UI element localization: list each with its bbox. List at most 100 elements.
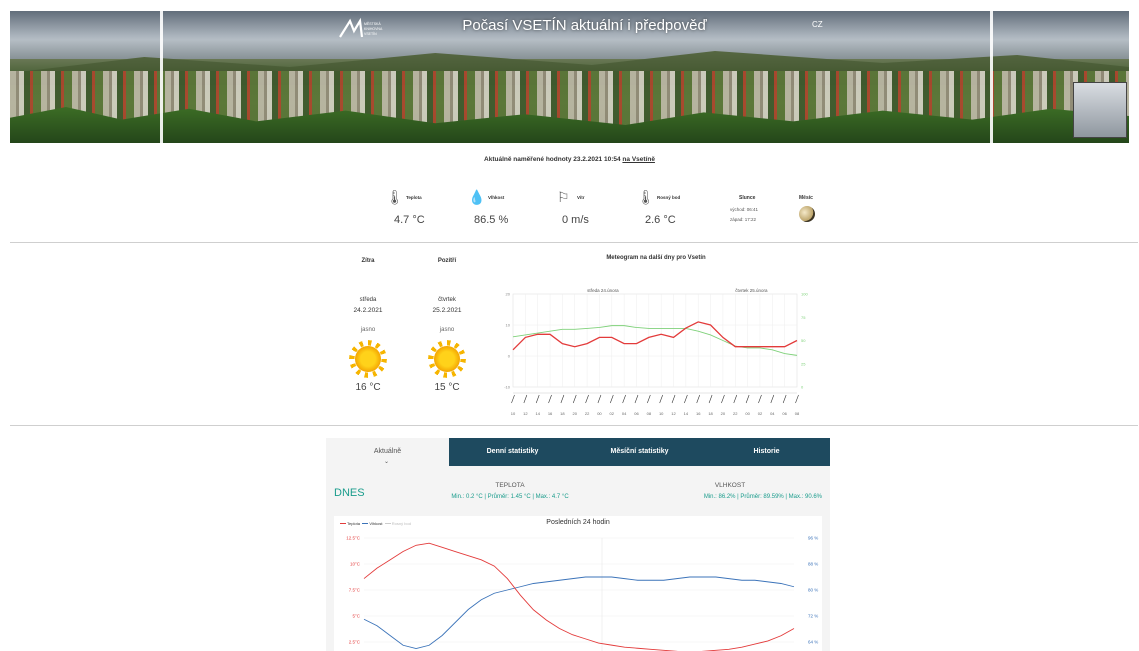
x-tick-label: 22: [733, 411, 738, 416]
meteogram-day-label: středa 24.února: [587, 288, 619, 293]
wind-barb: [758, 394, 762, 404]
y-right-tick-label: 80 %: [808, 588, 818, 593]
temperature-stats-title: TEPLOTA: [495, 482, 525, 489]
series-line-temperature: [363, 542, 795, 651]
y-right-tick-label: 96 %: [808, 536, 818, 541]
temperature-value: 4.7 °C: [394, 214, 425, 226]
y-tick-label: 7.5°C: [349, 588, 361, 593]
y-right-tick-label: 75: [801, 315, 806, 320]
wind-barb: [634, 394, 639, 404]
forecast-day1-condition: jasno: [360, 327, 376, 333]
x-tick-label: 22: [585, 411, 590, 416]
current-heading-text: Aktuálně naměřené hodnoty 23.2.2021 10:5…: [484, 156, 621, 163]
webcam-thumbnail[interactable]: [1073, 82, 1127, 138]
meteogram-day-label: čtvrtek 25.února: [735, 288, 768, 293]
series-line-humidity: [512, 325, 798, 356]
y-right-tick-label: 25: [801, 361, 806, 366]
humidity-label: Vlhkost: [488, 195, 505, 200]
divider: [10, 425, 1138, 426]
sun-icon: [434, 346, 460, 372]
forecast-tomorrow-title: Zítra: [361, 258, 375, 264]
tab-history[interactable]: Historie: [703, 438, 830, 466]
forecast-day1-name: středa: [359, 297, 377, 303]
wind-barb: [696, 394, 700, 404]
wind-barb: [597, 394, 602, 404]
legend-item-dew-point[interactable]: Rosný bod: [392, 521, 411, 526]
tab-daily-stats[interactable]: Denní statistiky: [449, 438, 576, 466]
forecast-day2-temp: 15 °C: [434, 382, 460, 393]
temperature-stats-line: Min.: 0.2 °C | Průměr: 1.45 °C | Max.: 4…: [451, 494, 569, 500]
tab-current[interactable]: Aktuálně ⌄: [326, 438, 449, 466]
chart-legend: Teplota Vlhkost Rosný bod: [340, 521, 411, 526]
wind-barb: [795, 394, 799, 404]
forecast-day2-condition: jasno: [439, 327, 455, 333]
x-tick-label: 06: [634, 411, 639, 416]
x-tick-label: 02: [610, 411, 615, 416]
wind-barb: [671, 394, 676, 404]
humidity-stats-title: VLHKOST: [714, 482, 746, 489]
y-right-tick-label: 50: [801, 338, 806, 343]
dew-point-icon: 🌡: [637, 189, 655, 205]
x-tick-label: 12: [671, 411, 676, 416]
wind-barb: [523, 394, 528, 404]
moon-label: Měsíc: [799, 195, 813, 201]
wind-barb: [659, 394, 663, 404]
legend-swatch: [384, 523, 391, 525]
x-tick-label: 18: [708, 411, 713, 416]
wind-barb: [535, 394, 540, 404]
forecast-day2-date: 25.2.2021: [432, 307, 462, 314]
series-line-humidity: [363, 576, 795, 649]
wind-barb: [610, 394, 614, 404]
wind-barb: [647, 394, 651, 404]
x-tick-label: 12: [523, 411, 528, 416]
x-tick-label: 14: [535, 411, 540, 416]
stats-tab-bar: Aktuálně ⌄ Denní statistiky Měsíční stat…: [326, 438, 830, 466]
dew-point-label: Rosný bod: [657, 195, 681, 200]
meteogram-chart: 10 12 14 16 18 20 22 00 02 04 06 08 10 12 14 16 18 20 22 00…: [504, 288, 808, 416]
x-tick-label: 10: [659, 411, 664, 416]
wind-icon: ⚐: [557, 189, 570, 205]
divider: [10, 242, 1138, 243]
x-tick-label: 18: [560, 411, 565, 416]
wind-barb: [548, 394, 552, 404]
wind-barb: [745, 394, 750, 404]
wind-barb: [733, 394, 738, 404]
wind-value: 0 m/s: [562, 214, 589, 226]
y-right-tick-label: 100: [801, 292, 808, 297]
y-right-tick-label: 64 %: [808, 640, 818, 645]
sunrise-time: východ: 06:41: [730, 207, 759, 212]
meteogram-title: Meteogram na další dny pro Vsetín: [606, 255, 706, 261]
y-right-tick-label: 88 %: [808, 562, 818, 567]
y-tick-label: 10°C: [350, 562, 361, 567]
x-tick-label: 16: [548, 411, 553, 416]
y-tick-label: 12.5°C: [346, 536, 361, 541]
language-switch[interactable]: CZ: [812, 20, 823, 29]
wind-barb: [511, 394, 515, 404]
last-24h-chart: 12.5°C 10°C 7.5°C 5°C 2.5°C 96 % 88 % 80 % 72 % 6…: [346, 536, 818, 651]
humidity-value: 86.5 %: [474, 214, 509, 226]
legend-item-temperature[interactable]: Teplota: [347, 521, 360, 526]
y-right-tick-label: 72 %: [808, 614, 818, 619]
location-link[interactable]: na Vsetíně: [622, 156, 655, 163]
x-tick-label: 20: [573, 411, 578, 416]
thermometer-icon: 🌡: [386, 189, 404, 205]
y-tick-label: 20: [506, 292, 511, 297]
current-heading: Aktuálně naměřené hodnoty 23.2.2021 10:5…: [0, 156, 1139, 163]
x-tick-label: 20: [721, 411, 726, 416]
legend-item-humidity[interactable]: Vlhkost: [369, 521, 382, 526]
x-tick-label: 00: [597, 411, 602, 416]
moon-phase-icon: [799, 206, 815, 222]
x-tick-label: 04: [770, 411, 775, 416]
y-tick-label: 2.5°C: [349, 640, 361, 645]
page-title: Počasí VSETÍN aktuální i předpověď: [462, 17, 707, 34]
x-tick-label: 16: [696, 411, 701, 416]
tab-monthly-stats[interactable]: Měsíční statistiky: [576, 438, 703, 466]
temperature-label: Teplota: [406, 195, 422, 200]
y-tick-label: 5°C: [352, 614, 360, 619]
humidity-stats-line: Min.: 86.2% | Průměr: 89.59% | Max.: 90.…: [703, 494, 822, 500]
y-tick-label: 10: [506, 323, 511, 328]
forecast-day2-name: čtvrtek: [438, 297, 456, 303]
x-tick-label: 04: [622, 411, 627, 416]
wind-barb: [782, 394, 787, 404]
y-right-tick-label: 0: [801, 385, 804, 390]
